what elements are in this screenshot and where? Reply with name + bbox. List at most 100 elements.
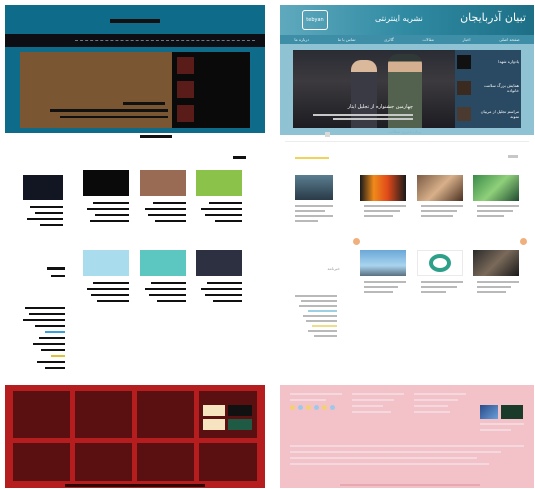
wireframe-tile-text [90, 220, 129, 222]
wireframe-section-heading [233, 156, 246, 159]
wireframe-list-link [45, 331, 65, 333]
news-thumb-5[interactable] [417, 250, 463, 276]
wireframe-tile-text [97, 300, 129, 302]
wireframe-tile-text [215, 220, 242, 222]
wireframe-slider-thumb-1 [177, 57, 194, 74]
wireframe-footer-cell [199, 443, 257, 481]
wireframe-tile-1 [83, 170, 129, 196]
carousel-prev-icon[interactable] [353, 238, 360, 245]
tebyan-logo-icon[interactable]: tebyan [302, 10, 328, 30]
main-nav: صفحه اصلی اخبار مقالات گالری تماس با ما … [280, 35, 534, 44]
wireframe-tile-text [201, 208, 242, 210]
wireframe-tile-2 [140, 170, 186, 196]
wireframe-sidebar-text [35, 212, 63, 214]
section-heading: پربازدیدترین مطالب [388, 129, 422, 134]
news-thumb-1[interactable] [360, 175, 406, 201]
news-text-4 [364, 281, 406, 296]
wireframe-tile-text [153, 202, 186, 204]
wireframe-tile-text [205, 214, 242, 216]
news-thumb-3[interactable] [473, 175, 519, 201]
wireframe-list-line [29, 313, 65, 315]
wireframe-list-line [25, 307, 65, 309]
carousel-next-icon[interactable] [520, 238, 527, 245]
wireframe-tile-text [91, 294, 129, 296]
wireframe-list-line [41, 349, 65, 351]
hero-image[interactable]: چهارمین جشنواره از تجلیل ایثار [293, 50, 455, 128]
footer-thumb[interactable] [480, 405, 498, 419]
news-thumb-2[interactable] [417, 175, 463, 201]
footer-col-1 [290, 393, 342, 410]
wireframe-list-line [23, 319, 65, 321]
footer-thumb[interactable] [501, 405, 523, 419]
wireframe-list-line [37, 361, 65, 363]
wireframe-footer-thumb [203, 419, 225, 430]
wireframe-tile-text [151, 282, 186, 284]
wireframe-tile-text [95, 214, 129, 216]
news-text-2 [421, 205, 463, 220]
wireframe-footer-thumb [203, 405, 225, 416]
wireframe-footer-cell [75, 443, 132, 481]
news-text-6 [477, 281, 519, 296]
footer-social-icon[interactable] [314, 405, 319, 410]
wireframe-tile-text [209, 202, 242, 204]
sidebar-link-list [295, 295, 337, 340]
nav-item-news[interactable]: اخبار [462, 37, 470, 42]
slider-item-3[interactable]: مراسم تجلیل از مربیان نمونه [473, 109, 519, 119]
nav-item-articles[interactable]: مقالات [422, 37, 433, 42]
wireframe-list-line [33, 343, 65, 345]
wireframe-tile-text [87, 288, 129, 290]
slider-item-2[interactable]: همایش بزرگ سلامت خانواده [473, 83, 519, 93]
sidebar-title: خبرنامه [327, 266, 340, 271]
footer-col-4-text [480, 423, 524, 435]
footer-social-icon[interactable] [290, 405, 295, 410]
news-thumb-4[interactable] [360, 250, 406, 276]
wireframe-tile-3 [196, 170, 242, 196]
wireframe-list-line [35, 325, 65, 327]
footer-col-3 [414, 393, 466, 417]
wireframe-tile-text [87, 208, 129, 210]
hero-caption[interactable]: چهارمین جشنواره از تجلیل ایثار [333, 104, 413, 110]
wireframe-footer-cell [13, 391, 70, 438]
footer-social-icon[interactable] [330, 405, 335, 410]
wireframe-sidebar-text [27, 218, 63, 220]
wireframe-footer-cell [137, 391, 194, 438]
nav-item-gallery[interactable]: گالری [384, 37, 394, 42]
news-thumb-6[interactable] [473, 250, 519, 276]
more-label[interactable] [508, 155, 518, 158]
nav-item-contact[interactable]: تماس با ما [338, 37, 356, 42]
wireframe-tile-4 [83, 250, 129, 276]
wireframe-tile-text [157, 300, 186, 302]
wireframe-tile-text [201, 288, 242, 290]
tab-marker-icon[interactable] [325, 132, 330, 137]
wireframe-list-link [51, 355, 65, 357]
footer-row-2 [290, 445, 524, 469]
section-rule [285, 141, 529, 142]
wireframe-tile-text [213, 300, 242, 302]
wireframe-tile-text [145, 208, 186, 210]
wireframe-sidebar-tile [23, 175, 63, 200]
wireframe-tile-text [93, 282, 129, 284]
wireframe-slider-thumb-3 [177, 105, 194, 122]
slider-item-1[interactable]: یادواره شهدا [473, 59, 519, 64]
wireframe-section-divider [140, 135, 172, 138]
wireframe-tile-text [205, 294, 242, 296]
slider-thumb-2[interactable] [457, 81, 471, 95]
slider-thumb-1[interactable] [457, 55, 471, 69]
footer-social-icon[interactable] [306, 405, 311, 410]
slider-thumb-3[interactable] [457, 107, 471, 121]
wireframe-tile-text [149, 294, 186, 296]
nav-item-home[interactable]: صفحه اصلی [499, 37, 520, 42]
footer-social-icon[interactable] [322, 405, 327, 410]
news-text-3 [477, 205, 519, 220]
nav-item-about[interactable]: درباره ما [294, 37, 309, 42]
footer-social-icon[interactable] [298, 405, 303, 410]
wireframe-logo-bar [110, 19, 160, 23]
wireframe-panel [5, 5, 265, 488]
news-text-5 [421, 281, 463, 296]
site-name[interactable]: تبیان آذربایجان [460, 11, 526, 24]
eye-logo-icon [429, 254, 451, 272]
wireframe-tile-text [145, 288, 186, 290]
hero-caption-lines [313, 114, 413, 120]
sidebar-thumb[interactable] [295, 175, 333, 200]
wireframe-tile-text [207, 282, 242, 284]
